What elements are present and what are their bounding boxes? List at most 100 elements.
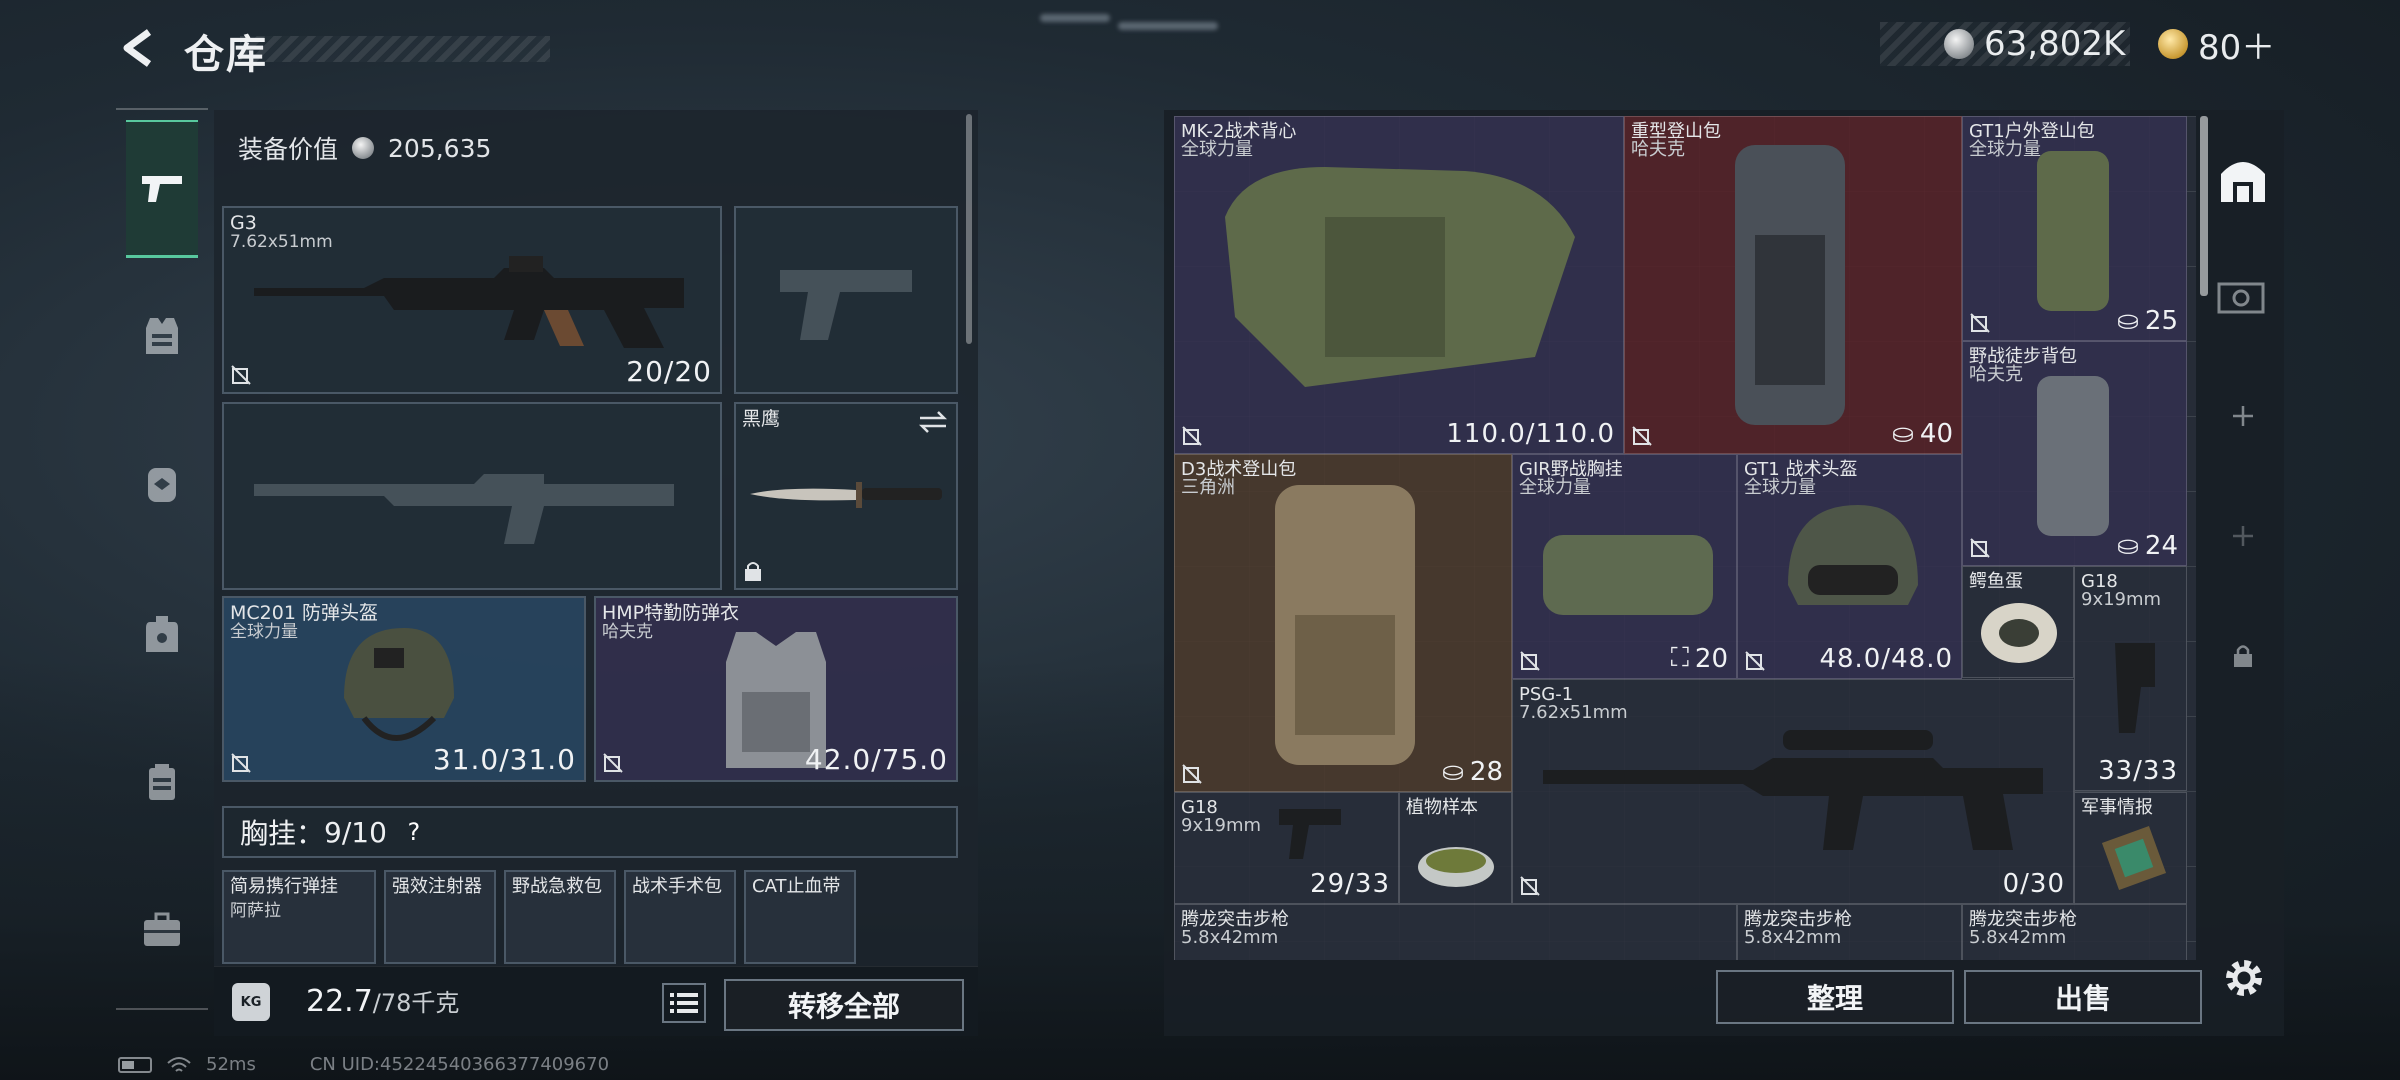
stash-item[interactable]: D3战术登山包 三角洲 ⛀ 28 [1174,454,1512,792]
page-title: 仓库 [184,32,268,78]
nav-backpack[interactable] [126,598,198,670]
nav-weapons[interactable] [126,120,198,258]
item-source: 阿萨拉 [230,901,281,921]
money-icon [2217,282,2265,314]
loadout-footer: KG 22.7/78千克 转移全部 [214,966,978,1036]
item-name: 植物样本 [1406,797,1478,818]
helmet-slot[interactable]: MC201 防弹头盔 全球力量 31.0/31.0 [222,596,586,782]
item-caliber: 9x19mm [2081,589,2162,610]
backpack-image [2037,376,2109,536]
heavy-backpack-image [1735,145,1845,425]
item-caliber: 5.8x42mm [1969,927,2067,948]
gold-currency[interactable]: 80＋ [2158,22,2298,68]
nav-helmet[interactable] [126,448,198,520]
count-value: 25 [2144,306,2178,336]
back-arrow-icon [123,29,152,67]
no-bind-icon [603,753,623,773]
no-bind-icon [1632,426,1652,446]
stash-item[interactable]: 重型登山包 哈夫克 ⛀ 40 [1624,116,1962,454]
stash-item[interactable]: 腾龙突击步枪 5.8x42mm [1962,904,2187,960]
ammo-count: 0/30 [2002,869,2065,899]
stash-item[interactable]: 腾龙突击步枪 5.8x42mm [1174,904,1737,960]
ammo-count: 33/33 [2098,756,2178,786]
equipment-category-nav [116,108,208,1010]
add-stash-button[interactable] [2206,500,2280,572]
ping-readout: 52ms [206,1054,256,1075]
chest-rig-capacity: 胸挂： 9/10 ? [222,806,958,858]
sort-button[interactable]: 整理 [1716,970,1954,1024]
stash-item[interactable]: 军事情报 [2074,792,2187,904]
settings-button[interactable] [2218,952,2270,1004]
sell-button[interactable]: 出售 [1964,970,2202,1024]
count-value: 20 [1694,643,1728,674]
loadout-panel: 装备价值 205,635 G3 7.62x51mm 20/20 黑鹰 MC201… [214,110,978,1036]
stash-item[interactable]: 植物样本 [1399,792,1512,904]
help-button[interactable]: ? [399,817,429,847]
plus-icon [2233,406,2253,426]
melee-slot[interactable]: 黑鹰 [734,402,958,590]
chest-item[interactable]: 野战急救包 [504,870,616,964]
stash-item[interactable]: 腾龙突击步枪 5.8x42mm [1737,904,1962,960]
ammo-count: 29/33 [1310,869,1390,899]
item-name: G3 [230,212,257,234]
weight-readout: 22.7/78千克 [306,983,459,1019]
loadout-scrollbar[interactable] [966,114,972,344]
stash-item[interactable]: 鳄鱼蛋 [1962,566,2074,678]
stash-tab-market[interactable] [2206,260,2280,332]
stash-panel: MK-2战术背心 全球力量 110.0/110.0 重型登山包 哈夫克 ⛀ 40 … [1164,110,2284,1036]
secondary-rifle-slot[interactable] [222,402,722,590]
plant-sample-image [1418,847,1494,887]
stash-item[interactable]: GIR野战胸挂 全球力量 ⛶ 20 [1512,454,1737,679]
stash-tabs [2206,110,2280,870]
pistol-slot[interactable] [734,206,958,394]
nav-armor[interactable] [126,300,198,372]
stash-item[interactable]: G18 9x19mm 33/33 [2074,566,2187,791]
stash-item[interactable]: GT1 战术头盔 全球力量 48.0/48.0 [1737,454,1962,679]
chest-item[interactable]: 强效注射器 [384,870,496,964]
silver-currency[interactable]: 63,802K [1880,22,2130,66]
item-durability: 48.0/48.0 [1819,644,1953,674]
equipment-value-label: 装备价值 [238,135,339,164]
no-bind-icon [1182,426,1202,446]
locked-stash[interactable] [2206,620,2280,692]
transfer-all-button[interactable]: 转移全部 [724,979,964,1031]
stash-item[interactable]: MK-2战术背心 全球力量 110.0/110.0 [1174,116,1624,454]
item-source: 全球力量 [1519,477,1591,498]
item-name: 野战急救包 [512,876,602,897]
stash-item[interactable]: 野战徒步背包 哈夫克 ⛀ 24 [1962,341,2187,566]
chest-item[interactable]: CAT止血带 [744,870,856,964]
armor-slot[interactable]: HMP特勤防弹衣 哈夫克 42.0/75.0 [594,596,958,782]
chest-item[interactable]: 简易携行弹挂 阿萨拉 [222,870,376,964]
item-count: ⛀ 40 [1892,419,1953,449]
item-caliber: 9x19mm [1181,815,1262,836]
intel-chip-image [2101,825,2167,891]
stash-item[interactable]: GT1户外登山包 全球力量 ⛀ 25 [1962,116,2187,341]
gold-coin-icon [2158,29,2188,59]
primary-weapon-slot[interactable]: G3 7.62x51mm 20/20 [222,206,722,394]
stash-item[interactable]: G18 9x19mm 29/33 [1174,792,1399,904]
item-source: 哈夫克 [1631,139,1685,160]
nav-case[interactable] [126,894,198,966]
title-decoration [240,36,550,62]
item-source: 哈夫克 [1969,364,2023,385]
helmet-durability: 31.0/31.0 [432,743,576,776]
vest-icon [146,318,178,354]
item-name: 鳄鱼蛋 [1969,571,2023,592]
item-count: ⛀ 28 [1442,757,1503,787]
weight-max: /78千克 [372,989,460,1017]
item-name: 简易携行弹挂 [230,876,338,897]
stash-item[interactable]: PSG-1 7.62x51mm 0/30 [1512,679,2074,904]
helmet-icon [148,468,176,502]
slot-count-icon: ⛀ [1892,419,1914,449]
stash-tab-warehouse[interactable] [2206,144,2280,216]
list-view-button[interactable] [662,983,706,1023]
back-button[interactable] [118,28,158,68]
silver-coin-icon [352,137,375,159]
nav-chest-rig[interactable] [126,746,198,818]
swap-icon[interactable] [918,410,948,434]
no-bind-icon [1970,538,1990,558]
item-count: ⛀ 24 [2117,531,2178,561]
add-stash-button[interactable] [2206,380,2280,452]
weight-current: 22.7 [306,984,373,1019]
chest-item[interactable]: 战术手术包 [624,870,736,964]
